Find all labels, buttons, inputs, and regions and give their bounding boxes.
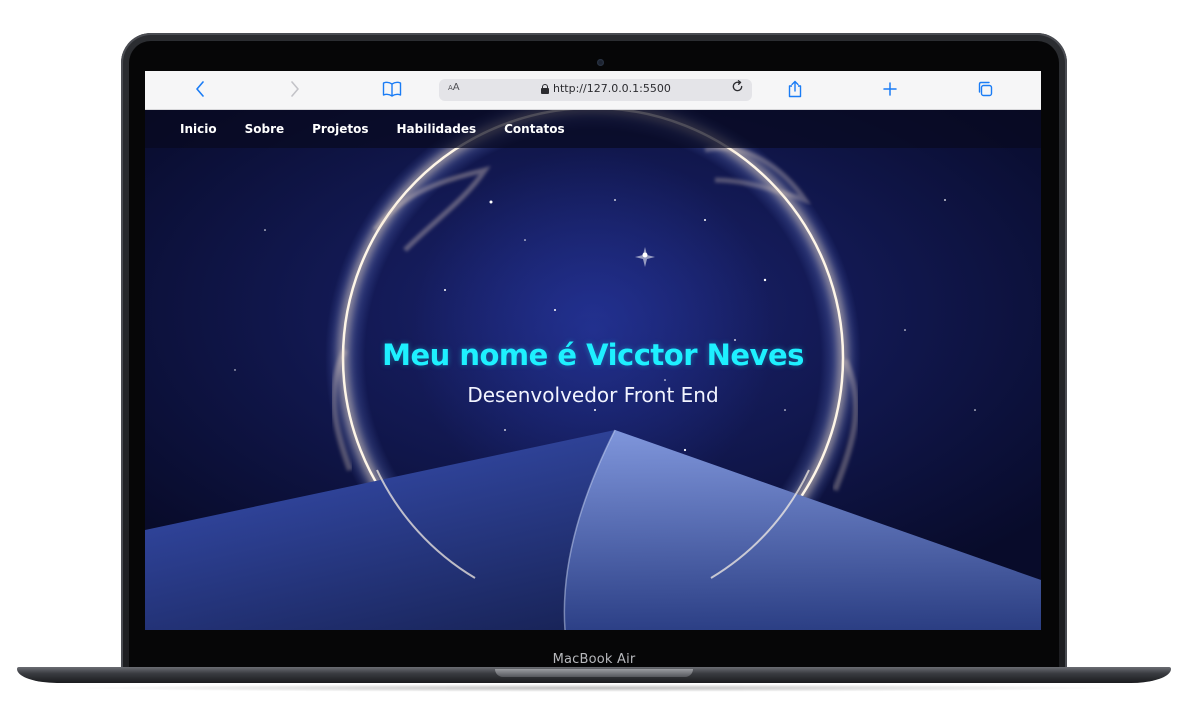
hero-subtitle: Desenvolvedor Front End [467, 383, 719, 407]
chevron-left-icon[interactable] [191, 78, 209, 100]
site-navbar: Inicio Sobre Projetos Habilidades Contat… [145, 110, 1041, 148]
screen: AA http://127.0.0.1:5500 Inicio Sobre Pr… [145, 71, 1041, 630]
url-text: http://127.0.0.1:5500 [553, 82, 671, 95]
laptop-hinge-notch [495, 669, 693, 677]
nav-link-contatos[interactable]: Contatos [504, 122, 565, 136]
share-icon[interactable] [786, 78, 804, 100]
reload-icon[interactable] [731, 80, 744, 97]
laptop-shadow [60, 684, 1130, 692]
address-bar[interactable]: AA http://127.0.0.1:5500 [439, 79, 752, 101]
url-display[interactable]: http://127.0.0.1:5500 [541, 82, 671, 95]
hero-title: Meu nome é Vicctor Neves [382, 338, 804, 372]
chevron-right-icon[interactable] [286, 78, 304, 100]
lock-icon [541, 84, 549, 94]
browser-toolbar: AA http://127.0.0.1:5500 [145, 71, 1041, 110]
book-icon[interactable] [381, 78, 403, 100]
nav-link-projetos[interactable]: Projetos [312, 122, 368, 136]
nav-link-habilidades[interactable]: Habilidades [396, 122, 476, 136]
nav-link-sobre[interactable]: Sobre [245, 122, 285, 136]
webpage: Inicio Sobre Projetos Habilidades Contat… [145, 110, 1041, 630]
nav-link-inicio[interactable]: Inicio [180, 122, 217, 136]
reader-text-size-button[interactable]: AA [448, 82, 460, 93]
tabs-icon[interactable] [976, 78, 994, 100]
plus-icon[interactable] [881, 78, 899, 100]
stage: MacBook Air AA http://127.0.0.1:5500 Ini… [0, 0, 1196, 725]
camera-icon [597, 59, 604, 66]
device-label: MacBook Air [552, 652, 636, 667]
